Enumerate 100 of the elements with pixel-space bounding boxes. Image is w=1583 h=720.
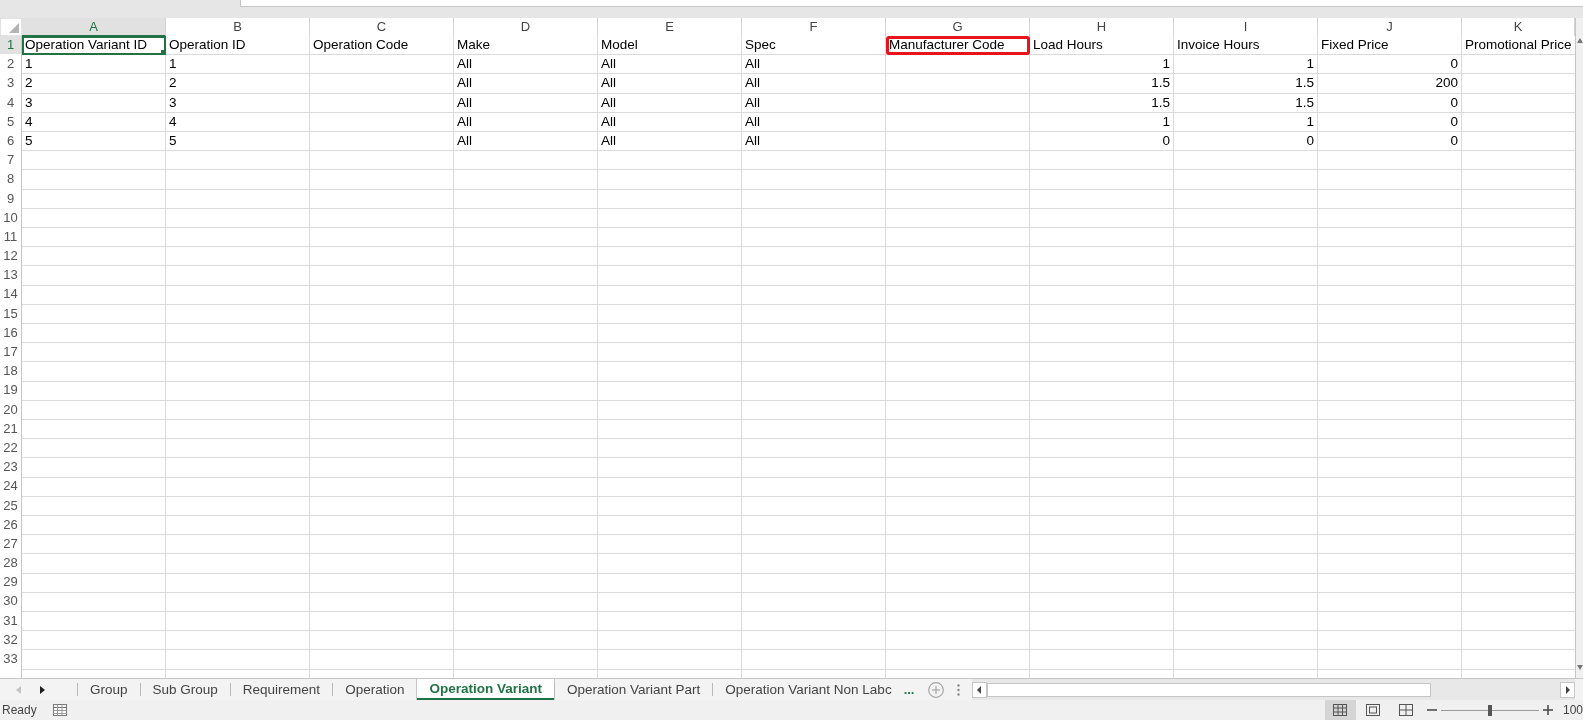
- row-header[interactable]: 13: [0, 266, 21, 285]
- scroll-up-icon[interactable]: [1576, 38, 1583, 43]
- slider-thumb[interactable]: [1487, 704, 1492, 716]
- row-header[interactable]: 22: [0, 438, 21, 458]
- scroll-down-icon[interactable]: [1576, 665, 1583, 670]
- table-cell-text: 200: [1434, 74, 1459, 93]
- sheet-tab[interactable]: Operation Variant Part: [554, 679, 713, 700]
- table-cell-text: 3: [24, 93, 34, 112]
- table-cell-text: 1: [1161, 112, 1171, 131]
- row-header[interactable]: 26: [0, 515, 21, 534]
- table-cell-text: All: [744, 55, 761, 74]
- split-page-icon: [1399, 704, 1414, 716]
- row-header[interactable]: 25: [0, 496, 21, 515]
- sheet-tab[interactable]: Requirement: [230, 679, 333, 700]
- row-header[interactable]: 6: [0, 131, 21, 151]
- table-cell-text: Invoice Hours: [1176, 36, 1261, 54]
- table-cell-text: 1.5: [1294, 93, 1315, 112]
- row-header[interactable]: 19: [0, 381, 21, 400]
- sheet-tab[interactable]: Operation Variant Non Labc: [713, 679, 904, 700]
- table-cell-text: Operation Code: [312, 36, 410, 54]
- table-cell-text: 0: [1161, 131, 1171, 150]
- table-cell-text: 1: [168, 55, 178, 74]
- table-cell-text: All: [600, 131, 617, 150]
- row-header[interactable]: 28: [0, 554, 21, 573]
- table-cell-text: 0: [1305, 131, 1315, 150]
- row-header[interactable]: 2: [0, 55, 21, 74]
- table-cell: Manufacturer Code: [886, 36, 1030, 56]
- row-header[interactable]: 8: [0, 170, 21, 189]
- zoom-level-text[interactable]: 100: [1562, 703, 1583, 717]
- sheet-tab[interactable]: Operation: [333, 679, 417, 700]
- table-cell-text: 2: [24, 74, 34, 93]
- table-cell-text: Model: [600, 36, 639, 54]
- sheet-tab[interactable]: Sub Group: [140, 679, 230, 700]
- row-header[interactable]: 27: [0, 534, 21, 554]
- table-cell-text: All: [600, 93, 617, 112]
- table-cell-text: All: [744, 93, 761, 112]
- table-cell-text: All: [456, 93, 473, 112]
- table-cell-text: 4: [24, 112, 34, 131]
- table-cell-text: Promotional Price: [1464, 36, 1573, 54]
- table-cell-text: 1.5: [1150, 93, 1171, 112]
- table-cell-text: 1: [1305, 55, 1315, 74]
- row-header[interactable]: 21: [0, 419, 21, 438]
- view-button[interactable]: [1324, 700, 1356, 720]
- row-header[interactable]: 5: [0, 112, 21, 131]
- row-header[interactable]: 18: [0, 362, 21, 381]
- table-cell-text: All: [456, 74, 473, 93]
- table-cell-text: 2: [168, 74, 178, 93]
- row-header[interactable]: 31: [0, 611, 21, 630]
- row-header[interactable]: 12: [0, 247, 21, 266]
- table-cell-text: 0: [1449, 131, 1459, 150]
- table-cell-text: Fixed Price: [1320, 36, 1390, 54]
- next-sheet-icon[interactable]: [40, 685, 45, 694]
- table-cell-text: All: [600, 55, 617, 74]
- more-sheets-button[interactable]: ...: [903, 679, 919, 700]
- horizontal-scrollbar[interactable]: [972, 679, 1575, 700]
- table-cell-text: Make: [456, 36, 491, 54]
- table-cell-text: All: [456, 131, 473, 150]
- table-cell-text: 1: [1305, 112, 1315, 131]
- sheet-tab[interactable]: Group: [78, 679, 140, 700]
- table-cell-text: Load Hours: [1032, 36, 1104, 54]
- page-icon: [1366, 704, 1381, 716]
- table-cell-text: All: [600, 74, 617, 93]
- row-header[interactable]: 1: [0, 36, 21, 55]
- vertical-scrollbar[interactable]: [1575, 18, 1583, 678]
- row-header[interactable]: 33: [0, 650, 21, 669]
- row-header[interactable]: 32: [0, 630, 21, 649]
- table-cell-text: 0: [1449, 55, 1459, 74]
- scroll-left-icon[interactable]: [972, 681, 988, 698]
- sheet-tab[interactable]: Operation Variant: [417, 679, 554, 700]
- row-header[interactable]: 23: [0, 458, 21, 477]
- zoom-in-icon[interactable]: [1542, 705, 1553, 715]
- table-icon[interactable]: [52, 704, 67, 716]
- scroll-right-icon[interactable]: [1560, 681, 1575, 698]
- table-cell-text: All: [744, 74, 761, 93]
- row-header[interactable]: 10: [0, 208, 21, 227]
- row-header[interactable]: 7: [0, 151, 21, 170]
- row-header[interactable]: 29: [0, 573, 21, 592]
- table-cell-text: 3: [168, 93, 178, 112]
- row-header[interactable]: 24: [0, 477, 21, 496]
- table-cell-text: 0: [1449, 93, 1459, 112]
- row-header[interactable]: 14: [0, 285, 21, 304]
- table-cell-text: All: [600, 112, 617, 131]
- table-cell-text: 0: [1449, 112, 1459, 131]
- table-cell: Operation Variant ID: [22, 36, 166, 56]
- row-header[interactable]: 3: [0, 74, 21, 93]
- row-header[interactable]: 16: [0, 323, 21, 342]
- row-header[interactable]: 20: [0, 400, 21, 419]
- row-header[interactable]: 9: [0, 189, 21, 208]
- row-header[interactable]: 30: [0, 592, 21, 611]
- table-cell-text: 5: [24, 131, 34, 150]
- splitter-handle-icon[interactable]: [957, 683, 961, 696]
- row-header[interactable]: 4: [0, 93, 21, 112]
- row-header[interactable]: 15: [0, 304, 21, 323]
- table-cell-text: All: [456, 112, 473, 131]
- scrollbar-thumb[interactable]: [987, 682, 1432, 697]
- status-text: Ready: [1, 703, 37, 717]
- table-cell-text: 1: [24, 55, 34, 74]
- row-header[interactable]: 17: [0, 343, 21, 362]
- row-header[interactable]: 11: [0, 227, 21, 247]
- formula-bar-field[interactable]: [240, 0, 1583, 7]
